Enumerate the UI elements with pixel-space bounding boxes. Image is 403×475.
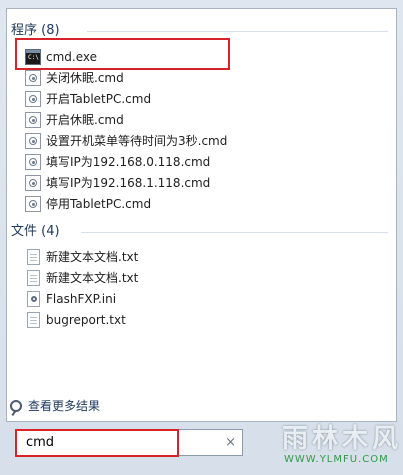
see-more-results-link[interactable]: 查看更多结果	[10, 396, 100, 416]
script-icon	[25, 196, 41, 212]
result-label: 停用TabletPC.cmd	[46, 197, 152, 211]
result-label: 关闭休眠.cmd	[46, 71, 124, 85]
files-section-header[interactable]: 文件 (4)	[11, 222, 60, 242]
script-icon	[25, 154, 41, 170]
text-document-icon	[27, 312, 40, 328]
watermark-title: 雨林木风	[282, 424, 403, 454]
settings-file-icon	[27, 291, 40, 307]
highlight-box	[15, 429, 179, 457]
result-label: 新建文本文档.txt	[46, 250, 139, 264]
result-item[interactable]: 新建文本文档.txt	[25, 268, 138, 288]
script-icon	[25, 112, 41, 128]
result-label: FlashFXP.ini	[46, 292, 117, 306]
script-icon	[25, 91, 41, 107]
result-item[interactable]: 设置开机菜单等待时间为3秒.cmd	[25, 131, 227, 151]
result-label: 填写IP为192.168.0.118.cmd	[46, 155, 211, 169]
result-item[interactable]: 填写IP为192.168.1.118.cmd	[25, 173, 210, 193]
script-icon	[25, 175, 41, 191]
result-item[interactable]: FlashFXP.ini	[25, 289, 116, 309]
result-label: 新建文本文档.txt	[46, 271, 139, 285]
search-icon	[10, 400, 22, 412]
section-divider	[87, 31, 388, 32]
result-item[interactable]: bugreport.txt	[25, 310, 126, 330]
result-label: bugreport.txt	[46, 313, 126, 327]
see-more-label: 查看更多结果	[28, 399, 101, 413]
clear-icon[interactable]: ×	[225, 434, 236, 452]
result-label: 开启休眠.cmd	[46, 113, 124, 127]
result-item[interactable]: 开启休眠.cmd	[25, 110, 124, 130]
highlight-box	[15, 38, 230, 70]
script-icon	[25, 133, 41, 149]
result-label: 开启TabletPC.cmd	[46, 92, 152, 106]
watermark-url: WWW.YLMFU.COM	[284, 454, 389, 465]
result-item[interactable]: 开启TabletPC.cmd	[25, 89, 151, 109]
watermark: 雨林木风 WWW.YLMFU.COM	[270, 410, 403, 475]
search-results-panel: 程序 (8) C:\ cmd.exe 关闭休眠.cmd 开启TabletPC.c…	[6, 8, 397, 422]
result-label: 设置开机菜单等待时间为3秒.cmd	[46, 134, 228, 148]
result-item[interactable]: 关闭休眠.cmd	[25, 68, 124, 88]
text-document-icon	[27, 249, 40, 265]
result-label: 填写IP为192.168.1.118.cmd	[46, 176, 211, 190]
start-menu: 程序 (8) C:\ cmd.exe 关闭休眠.cmd 开启TabletPC.c…	[0, 0, 403, 475]
section-divider	[81, 232, 388, 233]
script-icon	[25, 70, 41, 86]
result-item[interactable]: 停用TabletPC.cmd	[25, 194, 151, 214]
result-item[interactable]: 新建文本文档.txt	[25, 247, 138, 267]
result-item[interactable]: 填写IP为192.168.0.118.cmd	[25, 152, 210, 172]
text-document-icon	[27, 270, 40, 286]
